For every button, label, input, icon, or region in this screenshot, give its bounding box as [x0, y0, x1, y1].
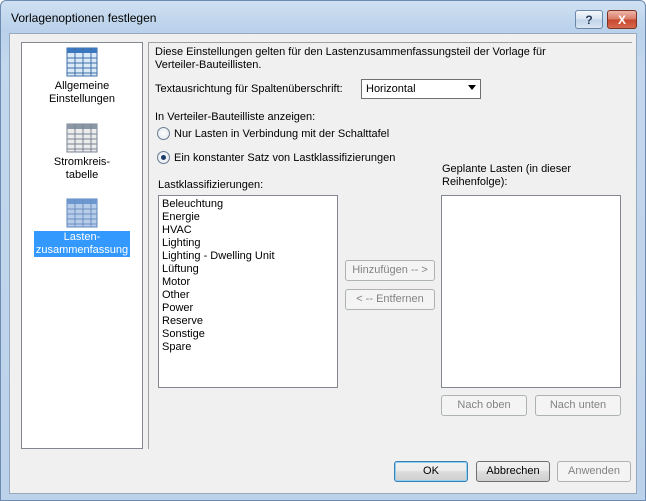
cancel-button[interactable]: Abbrechen — [476, 461, 550, 482]
planned-loads-label-line2: Reihenfolge): — [442, 176, 508, 188]
nav-label-line1: Lasten- — [63, 231, 101, 243]
dialog-client-area: Allgemeine Einstellungen Stromkreis-tabel… — [9, 33, 637, 494]
radio-panel-loads-only-label[interactable]: Nur Lasten in Verbindung mit der Schaltt… — [174, 128, 389, 141]
list-item[interactable]: Beleuchtung — [162, 198, 337, 211]
list-item[interactable]: Reserve — [162, 315, 337, 328]
close-button[interactable]: X — [607, 10, 637, 29]
list-item[interactable]: Lighting — [162, 237, 337, 250]
list-item[interactable]: Power — [162, 302, 337, 315]
text-orientation-dropdown[interactable]: Horizontal — [361, 79, 481, 99]
radio-panel-loads-only[interactable] — [157, 127, 170, 140]
close-icon: X — [617, 12, 626, 27]
ok-button[interactable]: OK — [394, 461, 468, 482]
nav-item-circuit-table[interactable]: Stromkreis-tabelle — [22, 123, 142, 182]
nav-label-line2: Einstellungen — [48, 93, 116, 105]
radio-constant-classifications-label[interactable]: Ein konstanter Satz von Lastklassifizier… — [174, 152, 395, 165]
planned-loads-label-line1: Geplante Lasten (in dieser — [442, 163, 572, 175]
apply-button[interactable]: Anwenden — [557, 461, 631, 482]
description-line2: Verteiler-Bauteillisten. — [155, 59, 262, 71]
nav-label-line2: tabelle — [65, 169, 99, 181]
help-icon: ? — [585, 12, 593, 27]
table-grid-icon — [66, 198, 98, 228]
show-in-list-label: In Verteiler-Bauteilliste anzeigen: — [155, 111, 316, 123]
planned-loads-list[interactable] — [441, 195, 621, 388]
nav-label-line2: zusammenfassung — [35, 244, 129, 256]
list-item[interactable]: HVAC — [162, 224, 337, 237]
move-up-button[interactable]: Nach oben — [441, 395, 527, 416]
radio-constant-classifications[interactable] — [157, 151, 170, 164]
help-button[interactable]: ? — [575, 10, 603, 29]
window-title: Vorlagenoptionen festlegen — [11, 11, 157, 25]
load-classifications-list[interactable]: Beleuchtung Energie HVAC Lighting Lighting -… — [158, 195, 338, 388]
chevron-down-icon — [468, 85, 476, 90]
nav-item-general-settings[interactable]: Allgemeine Einstellungen — [22, 47, 142, 106]
nav-label-line1: Stromkreis- — [53, 156, 111, 168]
nav-item-load-summary[interactable]: Lasten-zusammenfassung — [22, 198, 142, 257]
list-item[interactable]: Lüftung — [162, 263, 337, 276]
load-summary-panel: Diese Einstellungen gelten für den Laste… — [148, 42, 632, 449]
text-orientation-value: Horizontal — [366, 83, 416, 95]
list-item[interactable]: Motor — [162, 276, 337, 289]
description-line1: Diese Einstellungen gelten für den Laste… — [155, 46, 546, 58]
load-classifications-label: Lastklassifizierungen: — [158, 179, 264, 191]
remove-button[interactable]: < -- Entfernen — [345, 289, 435, 310]
text-orientation-label: Textausrichtung für Spaltenüberschrift: — [155, 83, 343, 95]
list-item[interactable]: Lighting - Dwelling Unit — [162, 250, 337, 263]
table-grid-icon — [66, 47, 98, 77]
options-nav: Allgemeine Einstellungen Stromkreis-tabel… — [21, 42, 143, 449]
list-item[interactable]: Sonstige — [162, 328, 337, 341]
table-grid-icon — [66, 123, 98, 153]
move-down-button[interactable]: Nach unten — [535, 395, 621, 416]
dialog-window: Vorlagenoptionen festlegen ? X Allgemein… — [0, 0, 646, 501]
load-classifications-items: Beleuchtung Energie HVAC Lighting Lighting -… — [159, 196, 337, 354]
list-item[interactable]: Other — [162, 289, 337, 302]
add-button[interactable]: Hinzufügen -- > — [345, 260, 435, 281]
nav-label-line1: Allgemeine — [54, 80, 110, 92]
list-item[interactable]: Energie — [162, 211, 337, 224]
list-item[interactable]: Spare — [162, 341, 337, 354]
title-bar: Vorlagenoptionen festlegen ? X — [1, 1, 645, 35]
